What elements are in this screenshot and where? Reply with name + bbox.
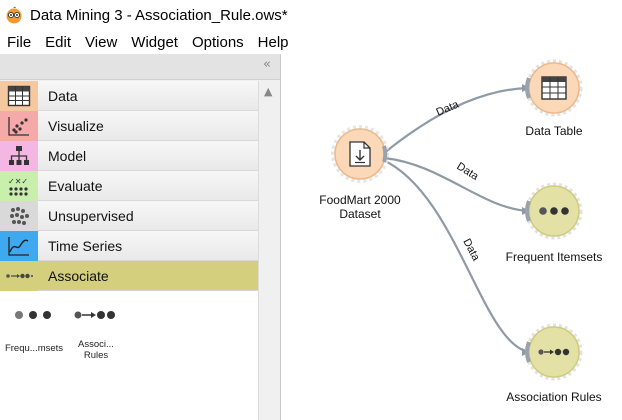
download-file-icon [349,141,371,167]
category-associate[interactable]: Associate [0,260,258,291]
node-label-data-table: Data Table [525,124,583,138]
category-visualize[interactable]: Visualize [0,110,258,141]
category-label: Model [48,147,87,164]
category-label: Associate [48,267,109,284]
menu-bar: File Edit View Widget Options Help [0,30,622,54]
widget-association-rules[interactable]: Associ... Rules [64,305,128,361]
node-frequent-itemsets[interactable] [525,182,583,240]
menu-options[interactable]: Options [185,34,251,51]
workflow-links: Data Data Data [331,59,583,381]
workflow-canvas[interactable]: Data Data Data FoodMart 2000 Dataset Dat… [282,54,622,420]
menu-view[interactable]: View [78,34,124,51]
menu-help[interactable]: Help [251,34,296,51]
node-foodmart-dataset[interactable] [331,125,389,183]
window-title: Data Mining 3 - Association_Rule.ows* [30,6,288,24]
widget-frequent-itemsets[interactable]: Frequ...msets [2,305,66,354]
category-label: Time Series [48,237,123,254]
widget-palette: Frequ...msets Associ... Rules [0,291,258,420]
category-list: Data Visualize Model ✓✕✓ Evaluate Unsupe… [0,80,258,291]
toolbox-header: « [0,54,280,80]
menu-edit[interactable]: Edit [38,34,78,51]
link-foodmart-datatable[interactable] [382,86,530,155]
menu-file[interactable]: File [0,34,38,51]
toolbox-scrollbar[interactable]: ▲ [258,81,280,420]
category-data[interactable]: Data [0,80,258,111]
node-association-rules[interactable] [525,323,583,381]
collapse-toolbox-button[interactable]: « [263,57,271,72]
data-table-icon [0,80,38,111]
clusters-icon [0,200,38,231]
category-evaluate[interactable]: ✓✕✓ Evaluate [0,170,258,201]
svg-text:✓✕✓: ✓✕✓ [8,177,28,186]
itemsets-icon [2,305,66,325]
evaluate-icon: ✓✕✓ [0,170,38,201]
link-label: Data [434,98,461,118]
link-label: Data [454,160,481,183]
node-data-table[interactable] [525,59,583,117]
menu-widget[interactable]: Widget [124,34,185,51]
widget-label: Frequ...msets [4,343,64,354]
category-time-series[interactable]: Time Series [0,230,258,261]
title-bar: Data Mining 3 - Association_Rule.ows* [0,0,622,30]
category-label: Visualize [48,117,104,134]
line-chart-icon [0,230,38,261]
itemsets-icon [539,207,569,215]
rules-icon [64,305,128,325]
node-label-foodmart: FoodMart 2000 Dataset [319,193,401,221]
category-model[interactable]: Model [0,140,258,171]
category-unsupervised[interactable]: Unsupervised [0,200,258,231]
scroll-up-icon[interactable]: ▲ [264,85,272,98]
data-table-icon [541,76,567,100]
orange-app-icon [6,6,22,24]
associate-icon [0,260,38,291]
category-label: Evaluate [48,177,103,194]
widget-label: Associ... Rules [78,339,114,361]
category-label: Data [48,87,78,104]
node-label-association-rules: Association Rules [506,390,602,404]
scatter-icon [0,110,38,141]
node-label-frequent-itemsets: Frequent Itemsets [505,250,603,264]
tree-icon [0,140,38,171]
category-label: Unsupervised [48,207,134,224]
widget-toolbox: « Data Visualize Model ✓✕✓ Evaluate Unsu… [0,54,281,420]
